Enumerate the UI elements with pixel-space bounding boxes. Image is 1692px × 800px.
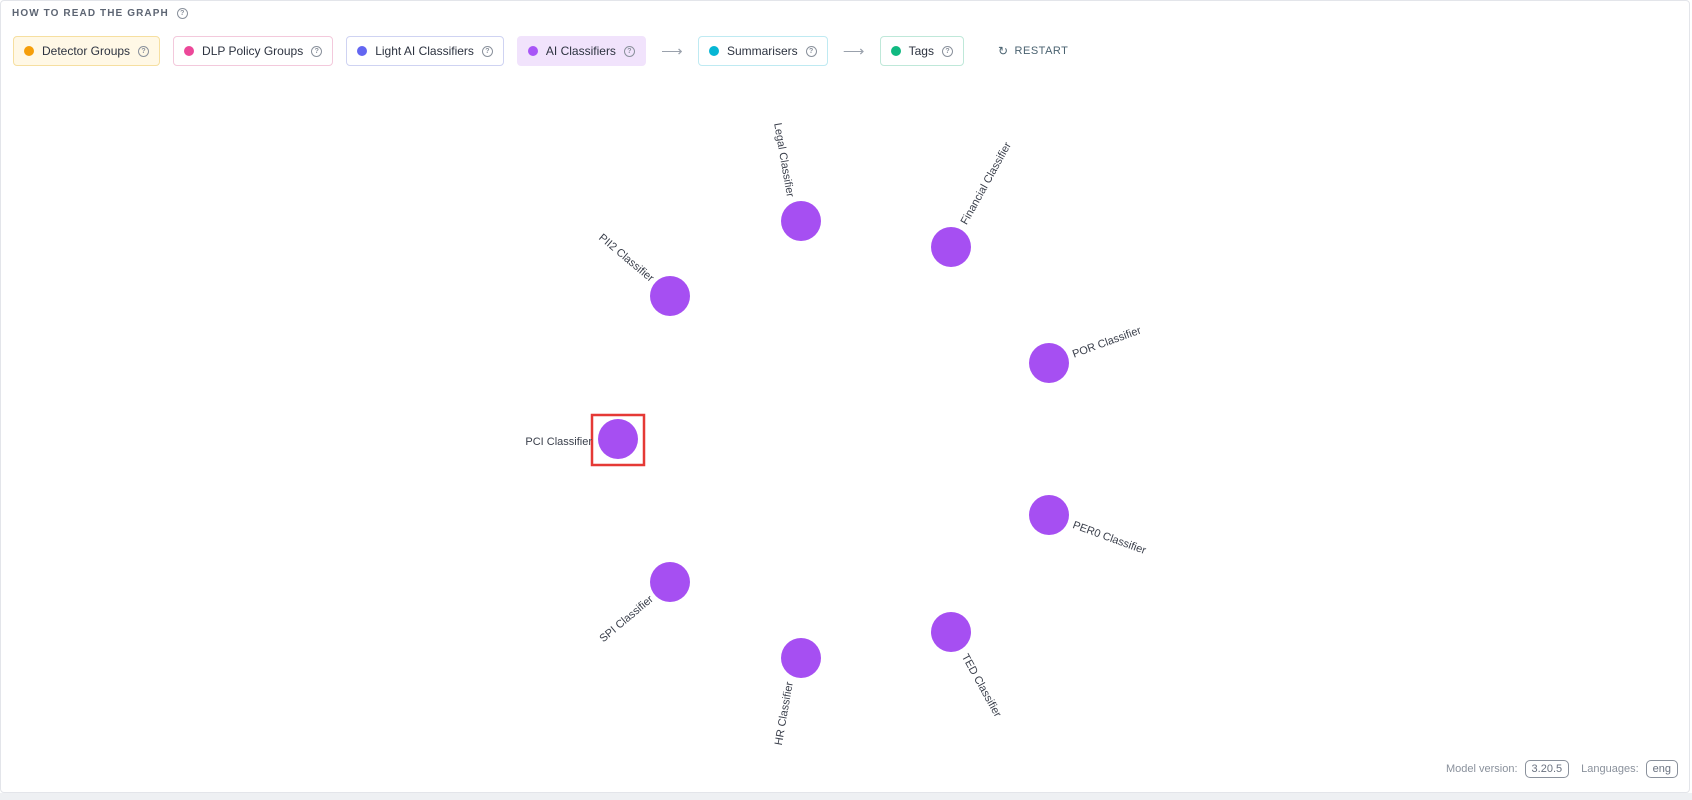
node-circle[interactable] (1029, 343, 1069, 383)
node-circle[interactable] (931, 612, 971, 652)
node-circle[interactable] (781, 638, 821, 678)
graph-node-hr[interactable]: HR Classifier (773, 638, 821, 746)
node-circle[interactable] (931, 227, 971, 267)
model-version-label: Model version: (1446, 763, 1518, 775)
classifier-graph: Legal Classifier Financial Classifier PII2… (525, 122, 1148, 746)
node-label: TED Classifier (959, 652, 1004, 720)
footer-info: Model version: 3.20.5 Languages: eng (1446, 760, 1678, 778)
node-label: PCI Classifier (525, 436, 592, 448)
node-circle[interactable] (781, 201, 821, 241)
graph-node-ted[interactable]: TED Classifier (931, 612, 1004, 720)
node-circle[interactable] (1029, 495, 1069, 535)
graph-node-pci[interactable]: PCI Classifier (525, 413, 646, 467)
graph-node-per0[interactable]: PER0 Classifier (1029, 495, 1148, 557)
node-label: PII2 Classifier (596, 232, 656, 285)
node-label: HR Classifier (773, 681, 796, 747)
languages-label: Languages: (1581, 763, 1639, 775)
model-version-badge: 3.20.5 (1524, 760, 1570, 778)
node-circle[interactable] (598, 419, 638, 459)
node-circle[interactable] (650, 276, 690, 316)
graph-node-financial[interactable]: Financial Classifier (931, 140, 1014, 267)
node-label: Legal Classifier (771, 122, 796, 198)
node-label: SPI Classifier (598, 593, 657, 645)
graph-node-por[interactable]: POR Classifier (1029, 324, 1143, 383)
graph-node-spi[interactable]: SPI Classifier (598, 562, 690, 645)
languages-badge: eng (1645, 760, 1678, 778)
node-label: Financial Classifier (959, 140, 1014, 227)
graph-node-legal[interactable]: Legal Classifier (771, 122, 821, 241)
node-circle[interactable] (650, 562, 690, 602)
graph-node-pii2[interactable]: PII2 Classifier (596, 232, 690, 316)
node-label: POR Classifier (1071, 324, 1143, 360)
node-label: PER0 Classifier (1071, 519, 1148, 557)
